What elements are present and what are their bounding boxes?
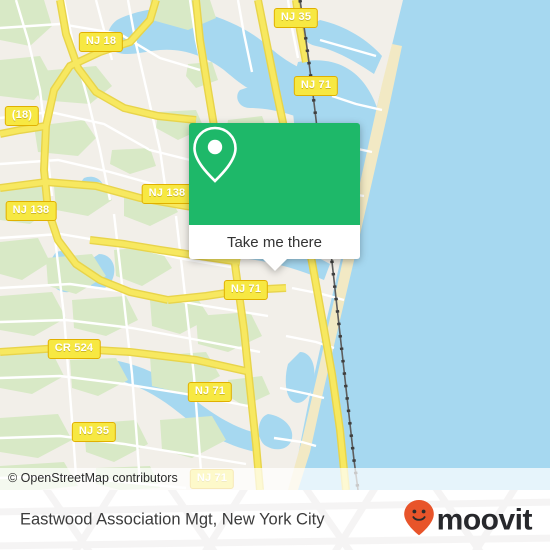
road-shield[interactable]: NJ 138: [141, 184, 193, 204]
moovit-smiley-pin-icon: [403, 499, 435, 542]
map-attribution: © OpenStreetMap contributors: [0, 468, 550, 490]
take-me-there-label: Take me there: [226, 233, 323, 251]
road-shield[interactable]: NJ 35: [71, 422, 117, 442]
road-shield[interactable]: (18): [4, 106, 40, 126]
location-popup-card[interactable]: Take me there: [189, 123, 360, 271]
popup-pointer-tail: [262, 259, 287, 271]
road-shield[interactable]: NJ 71: [223, 280, 269, 300]
road-shield[interactable]: NJ 18: [78, 32, 124, 52]
take-me-there-button[interactable]: Take me there: [189, 225, 360, 259]
road-shield[interactable]: NJ 35: [273, 8, 319, 28]
road-shield[interactable]: NJ 138: [5, 201, 57, 221]
road-shield[interactable]: CR 524: [47, 339, 101, 359]
road-shield[interactable]: NJ 71: [187, 382, 233, 402]
screenshot-root: NJ 35 NJ 18 NJ 71 (18) NJ 138 NJ 138 NJ …: [0, 0, 550, 550]
attribution-text: © OpenStreetMap contributors: [8, 471, 178, 485]
moovit-wordmark: moovit: [436, 503, 533, 536]
footer-bar: Eastwood Association Mgt, New York City …: [0, 490, 550, 550]
popup-header: [189, 123, 360, 225]
map-canvas[interactable]: NJ 35 NJ 18 NJ 71 (18) NJ 138 NJ 138 NJ …: [0, 0, 550, 490]
page-title: Eastwood Association Mgt, New York City: [20, 510, 325, 529]
road-shield[interactable]: NJ 71: [293, 76, 339, 96]
moovit-brand-logo[interactable]: moovit: [403, 499, 533, 542]
